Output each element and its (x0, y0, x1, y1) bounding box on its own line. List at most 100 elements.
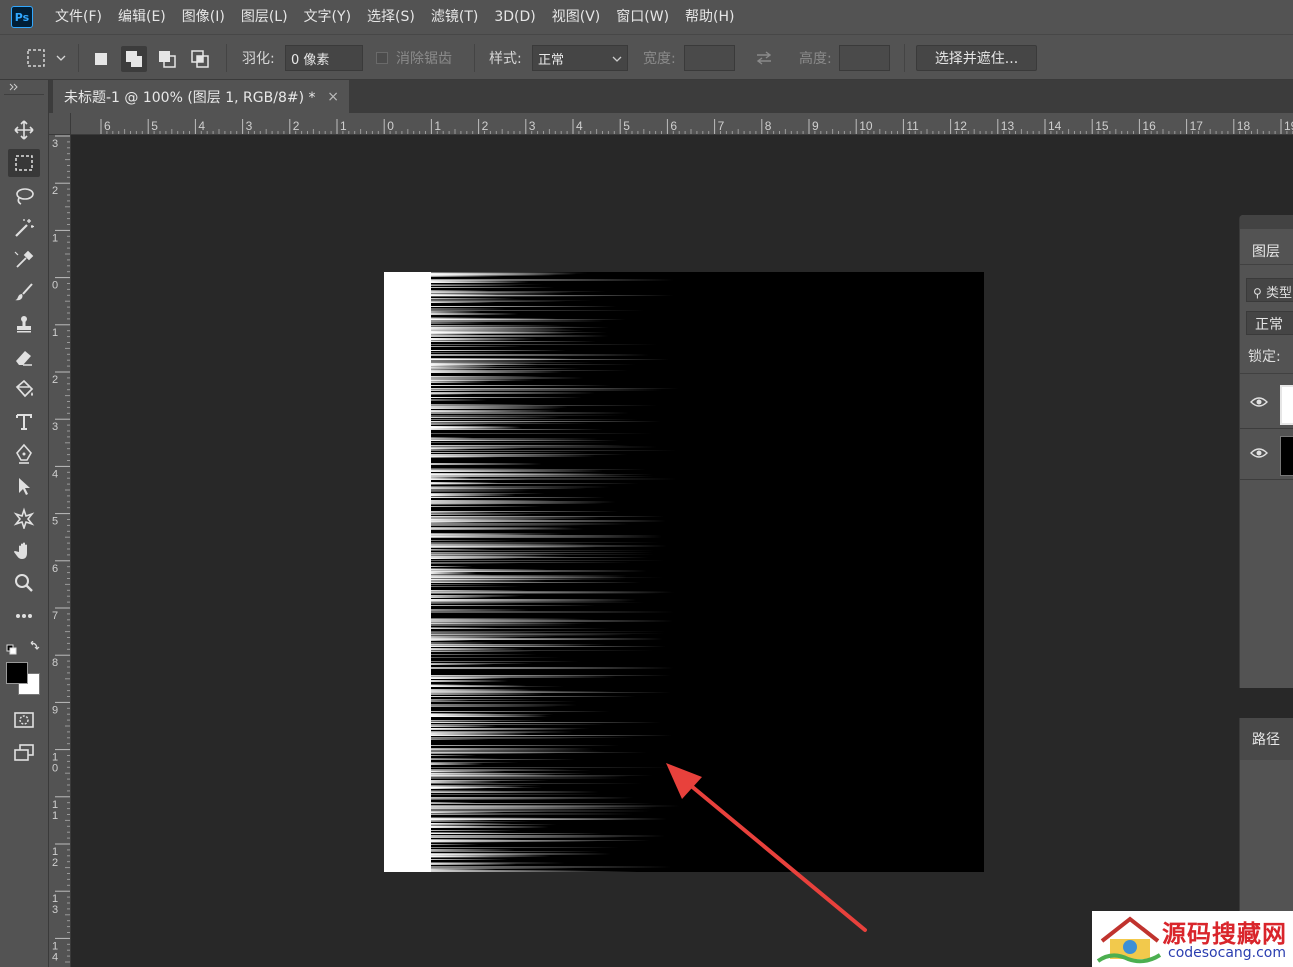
foreground-color-swatch[interactable] (6, 662, 28, 684)
edit-toolbar-button[interactable] (8, 602, 40, 630)
blur-streak (430, 519, 557, 520)
menu-window[interactable]: 窗口(W) (608, 0, 677, 34)
menu-image[interactable]: 图像(I) (174, 0, 233, 34)
blur-streak (430, 491, 527, 492)
antialias-check-box[interactable] (376, 52, 388, 64)
menu-filter[interactable]: 滤镜(T) (423, 0, 486, 34)
blur-streak (430, 823, 512, 824)
screen-mode-button[interactable] (8, 739, 40, 767)
eyedropper-tool[interactable] (8, 246, 40, 274)
ruler-label: 8 (765, 119, 772, 133)
menu-file[interactable]: 文件(F) (47, 0, 110, 34)
style-select[interactable]: 正常 (532, 45, 628, 71)
blur-streak (430, 729, 578, 730)
blur-streak (430, 291, 606, 292)
layer-row[interactable] (1240, 430, 1293, 480)
clone-stamp-tool[interactable] (8, 310, 40, 338)
tool-preset-picker[interactable] (26, 35, 66, 81)
brush-tool[interactable] (8, 278, 40, 306)
hand-tool[interactable] (8, 537, 40, 565)
custom-shape-tool[interactable] (8, 504, 40, 532)
blur-streak (430, 330, 585, 331)
horizontal-ruler[interactable]: 654321012345678910111213141516171819 (71, 113, 1293, 135)
lasso-tool[interactable] (8, 182, 40, 210)
blur-streak (430, 285, 521, 286)
default-and-swap-colors-icon[interactable] (6, 641, 42, 655)
blur-streak (430, 735, 672, 736)
width-input[interactable] (684, 45, 735, 71)
feather-input[interactable]: 0 像素 (285, 45, 363, 71)
add-to-selection-button[interactable] (121, 46, 147, 72)
blur-streak (430, 842, 512, 843)
select-and-mask-button[interactable]: 选择并遮住... (916, 45, 1037, 71)
vertical-ruler[interactable]: 32101234567891011121314 (49, 135, 71, 967)
blur-streak (430, 364, 636, 365)
ruler-label: 19 (1284, 119, 1293, 133)
ruler-label: 1 (52, 232, 58, 244)
blur-streak (430, 560, 665, 561)
menu-type[interactable]: 文字(Y) (296, 0, 359, 34)
eye-icon[interactable] (1250, 447, 1268, 459)
blur-streak (430, 556, 571, 557)
blur-streak (430, 298, 516, 299)
zoom-tool[interactable] (8, 569, 40, 597)
blur-streak (430, 417, 561, 418)
layer-filter-select[interactable]: ⚲ 类型 (1246, 278, 1293, 302)
blur-streak (430, 841, 598, 842)
blur-streak (430, 611, 675, 613)
blur-streak (430, 511, 619, 512)
new-selection-button[interactable] (88, 46, 114, 72)
antialias-checkbox[interactable]: 消除锯齿 (376, 35, 452, 81)
blur-streak (430, 377, 584, 379)
layers-tab[interactable]: 图层 (1252, 241, 1280, 261)
layers-panel-header[interactable] (1240, 215, 1293, 229)
blur-streak (430, 292, 575, 293)
type-tool[interactable] (8, 408, 40, 436)
blur-streak (430, 572, 477, 574)
document-tab[interactable]: 未标题-1 @ 100% (图层 1, RGB/8#) * × (53, 80, 349, 113)
move-tool[interactable] (8, 116, 40, 144)
blur-streak (430, 722, 661, 723)
ruler-label: 2 (52, 857, 58, 869)
blur-streak (430, 456, 495, 457)
paint-bucket-tool[interactable] (8, 375, 40, 403)
blur-streak (430, 819, 629, 820)
pen-tool[interactable] (8, 440, 40, 468)
menu-view[interactable]: 视图(V) (544, 0, 609, 34)
blur-streak (430, 596, 520, 597)
blur-streak (430, 700, 471, 701)
blur-streak (430, 767, 675, 768)
paths-tab[interactable]: 路径 (1252, 729, 1280, 749)
subtract-selection-button[interactable] (154, 46, 180, 72)
ruler-origin[interactable] (49, 113, 71, 135)
blend-mode-select[interactable]: 正常 (1246, 311, 1293, 335)
blur-streak (430, 667, 674, 669)
swap-arrows-icon (756, 51, 772, 65)
path-selection-tool[interactable] (8, 472, 40, 500)
blur-streak (430, 640, 474, 641)
menu-layer[interactable]: 图层(L) (233, 0, 296, 34)
marquee-tool[interactable] (8, 149, 40, 177)
close-icon[interactable]: × (327, 89, 339, 105)
intersect-selection-button[interactable] (187, 46, 213, 72)
eraser-tool[interactable] (8, 343, 40, 371)
eye-icon[interactable] (1250, 396, 1268, 408)
quick-mask-button[interactable] (8, 706, 40, 734)
magic-wand-tool[interactable] (8, 214, 40, 242)
height-input[interactable] (839, 45, 890, 71)
blur-streak (430, 642, 495, 644)
menu-help[interactable]: 帮助(H) (677, 0, 742, 34)
menu-select[interactable]: 选择(S) (359, 0, 423, 34)
layer-row[interactable] (1240, 379, 1293, 429)
swap-dimensions-button[interactable] (754, 35, 774, 81)
blur-streak (430, 313, 519, 315)
blur-streak (430, 569, 548, 570)
blur-streak (430, 737, 635, 738)
blur-streak (430, 783, 643, 784)
blur-streak (430, 479, 529, 480)
blur-streak (430, 429, 604, 430)
blur-streak (430, 301, 566, 302)
menu-3d[interactable]: 3D(D) (486, 0, 543, 34)
collapse-panel-icon[interactable] (9, 83, 19, 91)
menu-edit[interactable]: 编辑(E) (110, 0, 174, 34)
